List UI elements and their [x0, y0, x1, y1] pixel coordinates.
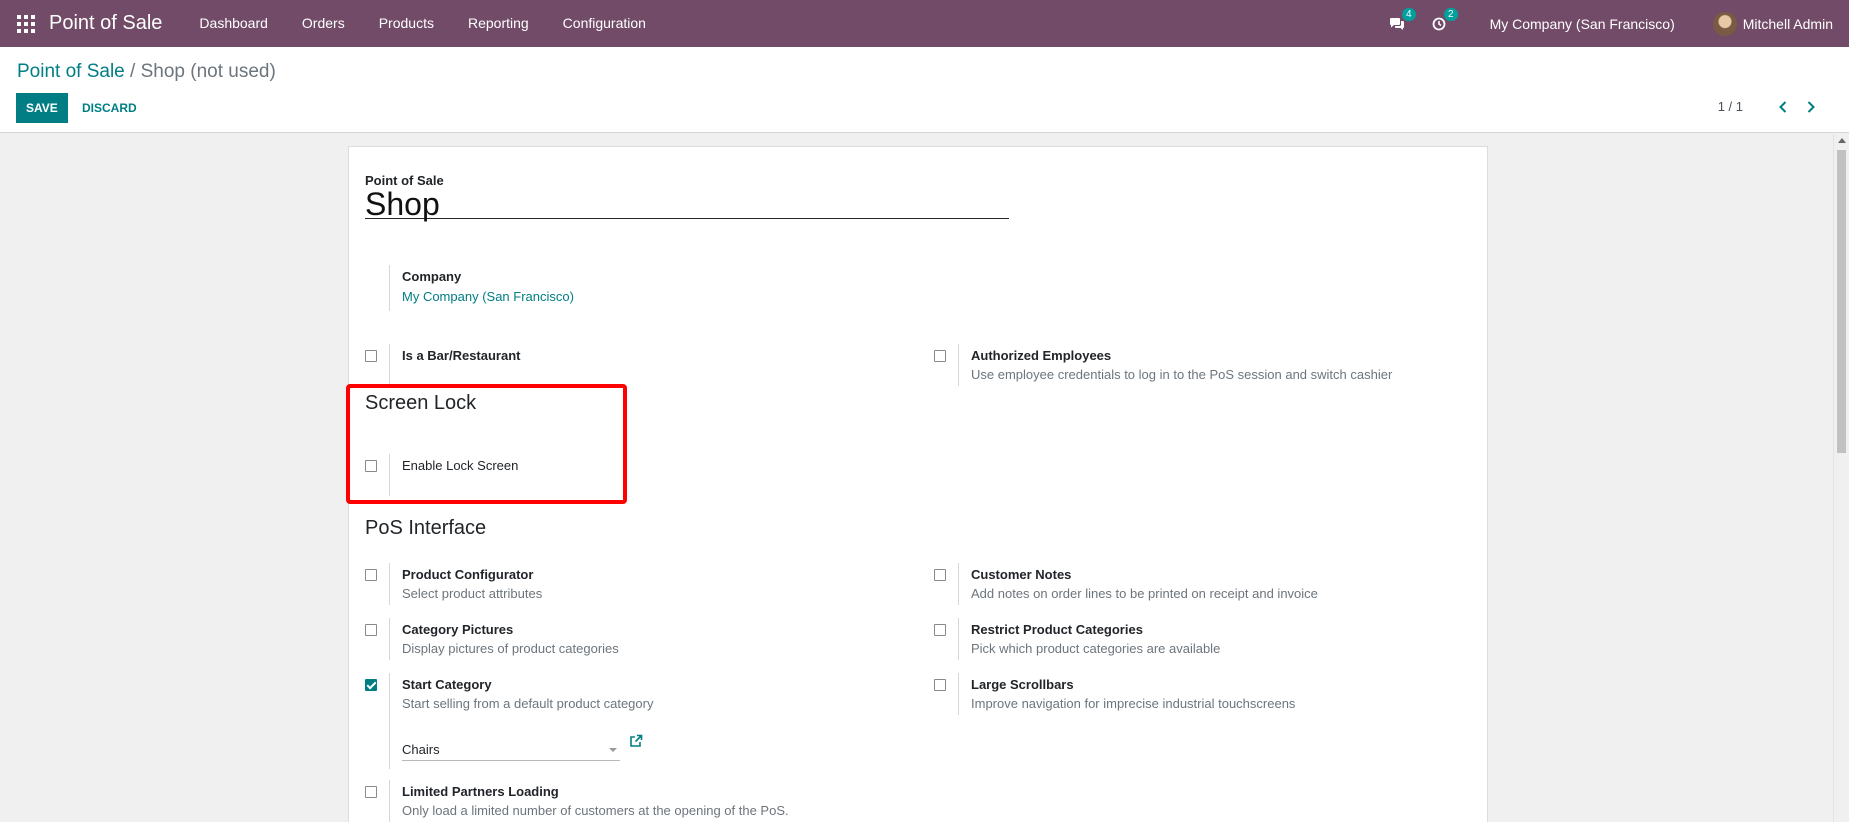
- user-name: Mitchell Admin: [1742, 15, 1833, 32]
- setting-description: Start selling from a default product cat…: [402, 696, 654, 711]
- authorized-employees-checkbox[interactable]: [934, 350, 946, 362]
- setting-title: Enable Lock Screen: [402, 458, 519, 473]
- bar-restaurant-checkbox[interactable]: [365, 350, 377, 362]
- form-sheet: Point of Sale Shop Company My Company (S…: [348, 146, 1488, 822]
- company-value-link[interactable]: My Company (San Francisco): [402, 289, 574, 304]
- menu-orders[interactable]: Orders: [285, 0, 362, 47]
- external-link-icon: [630, 734, 643, 747]
- discard-button[interactable]: DISCARD: [82, 93, 137, 123]
- pos-name-input[interactable]: Shop: [365, 188, 1009, 220]
- external-link-button[interactable]: [629, 734, 643, 753]
- breadcrumb-separator: /: [130, 61, 136, 82]
- company-switcher[interactable]: My Company (San Francisco): [1490, 16, 1675, 32]
- category-pictures-checkbox[interactable]: [365, 624, 377, 636]
- product-configurator-checkbox[interactable]: [365, 569, 377, 581]
- setting-title: Restrict Product Categories: [971, 622, 1143, 637]
- clock-icon: [1432, 17, 1445, 30]
- setting-title: Start Category: [402, 677, 492, 692]
- apps-menu-icon[interactable]: [17, 14, 35, 33]
- setting-description: Display pictures of product categories: [402, 641, 619, 656]
- user-avatar: [1712, 11, 1737, 36]
- start-category-select[interactable]: Chairs: [402, 741, 620, 761]
- save-button[interactable]: SAVE: [16, 93, 68, 123]
- control-panel: Point of Sale / Shop (not used) SAVE DIS…: [0, 47, 1849, 133]
- scroll-thumb[interactable]: [1837, 150, 1846, 453]
- chevron-left-icon: [1779, 100, 1787, 113]
- setting-description: Improve navigation for imprecise industr…: [971, 696, 1296, 711]
- chevron-right-icon: [1807, 100, 1815, 113]
- setting-description: Add notes on order lines to be printed o…: [971, 586, 1318, 601]
- messaging-button[interactable]: 4: [1386, 7, 1416, 35]
- setting-title: Limited Partners Loading: [402, 784, 559, 799]
- setting-title: Is a Bar/Restaurant: [402, 348, 521, 363]
- chevron-down-icon: [609, 748, 617, 752]
- top-navbar: Point of Sale Dashboard Orders Products …: [0, 0, 1849, 47]
- navbar-systray: 4 2 My Company (San Francisco) Mitchell …: [1376, 0, 1849, 47]
- enable-lock-screen-checkbox[interactable]: [365, 460, 377, 472]
- setting-description: Use employee credentials to log in to th…: [971, 367, 1393, 382]
- menu-products[interactable]: Products: [362, 0, 451, 47]
- menu-configuration[interactable]: Configuration: [546, 0, 663, 47]
- breadcrumb-current: Shop (not used): [140, 61, 276, 82]
- activities-count-badge: 2: [1444, 7, 1458, 21]
- app-brand[interactable]: Point of Sale: [49, 12, 162, 35]
- setting-description: Select product attributes: [402, 586, 543, 601]
- setting-title: Category Pictures: [402, 622, 514, 637]
- activities-button[interactable]: 2: [1428, 7, 1458, 35]
- pager-value[interactable]: 1 / 1: [1718, 99, 1743, 114]
- company-label: Company: [402, 269, 462, 284]
- page-scrollbar[interactable]: [1833, 134, 1849, 822]
- pager-next-button[interactable]: [1801, 100, 1821, 113]
- pager-previous-button[interactable]: [1773, 100, 1793, 113]
- section-title-pos-interface: PoS Interface: [365, 517, 487, 539]
- setting-description: Pick which product categories are availa…: [971, 641, 1221, 656]
- main-menu: Dashboard Orders Products Reporting Conf…: [182, 0, 663, 47]
- chat-icon: [1389, 17, 1404, 30]
- menu-dashboard[interactable]: Dashboard: [182, 0, 285, 47]
- pager: 1 / 1: [1718, 99, 1821, 114]
- setting-description: Only load a limited number of customers …: [402, 803, 789, 818]
- user-menu[interactable]: Mitchell Admin: [1712, 11, 1833, 36]
- limited-partners-loading-checkbox[interactable]: [365, 786, 377, 798]
- start-category-value: Chairs: [402, 742, 440, 757]
- customer-notes-checkbox[interactable]: [934, 569, 946, 581]
- setting-title: Customer Notes: [971, 567, 1072, 582]
- setting-title: Authorized Employees: [971, 348, 1112, 363]
- setting-title: Product Configurator: [402, 567, 534, 582]
- start-category-checkbox[interactable]: [365, 679, 377, 691]
- breadcrumb: Point of Sale / Shop (not used): [17, 61, 276, 83]
- setting-title: Large Scrollbars: [971, 677, 1074, 692]
- messages-count-badge: 4: [1402, 7, 1416, 21]
- breadcrumb-parent[interactable]: Point of Sale: [17, 61, 125, 82]
- scroll-up-icon[interactable]: [1838, 138, 1846, 143]
- restrict-product-categories-checkbox[interactable]: [934, 624, 946, 636]
- large-scrollbars-checkbox[interactable]: [934, 679, 946, 691]
- section-title-screen-lock: Screen Lock: [365, 392, 477, 414]
- menu-reporting[interactable]: Reporting: [451, 0, 546, 47]
